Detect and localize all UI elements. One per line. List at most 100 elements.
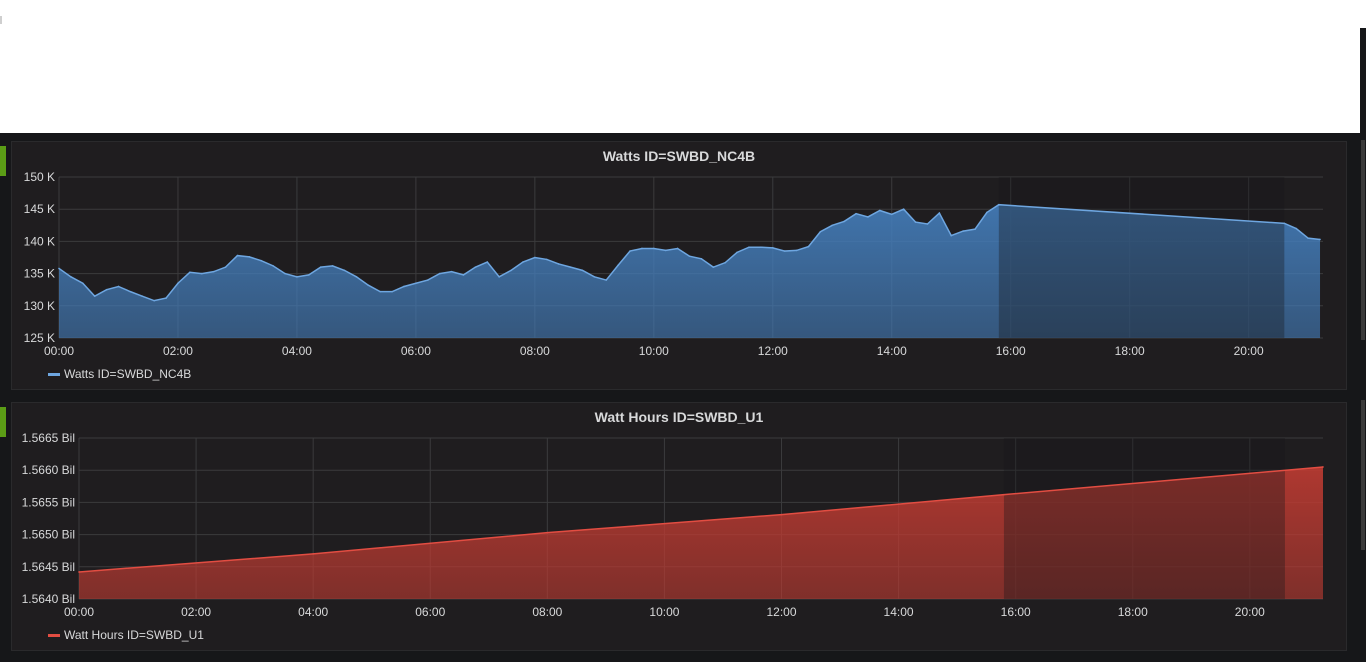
- watts-x-tick-label: 04:00: [282, 344, 312, 358]
- watts-legend[interactable]: Watts ID=SWBD_NC4B: [48, 367, 191, 381]
- watts-gap-shade: [998, 177, 1285, 338]
- watts-data-point: [557, 263, 560, 265]
- watthours-x-tick-label: 08:00: [532, 605, 562, 619]
- watts-data-point: [355, 276, 358, 278]
- watts-x-tick-label: 10:00: [639, 344, 669, 358]
- watts-data-point: [165, 297, 167, 299]
- watthours-y-tick-label: 1.5655 Bil: [22, 495, 75, 509]
- watts-data-point: [736, 251, 738, 254]
- watthours-y-tick-label: 1.5645 Bil: [22, 560, 75, 574]
- watts-data-point: [653, 247, 655, 250]
- watts-data-point: [403, 285, 405, 288]
- watthours-x-tick-label: 20:00: [1235, 605, 1265, 619]
- top-header-edge-white: [1360, 0, 1366, 28]
- watts-x-tick-label: 16:00: [996, 344, 1026, 358]
- row-marker-1[interactable]: [0, 146, 6, 176]
- watthours-data-point: [1322, 466, 1324, 468]
- watts-data-point: [522, 261, 524, 263]
- watthours-legend[interactable]: Watt Hours ID=SWBD_U1: [48, 628, 204, 642]
- watts-data-point: [724, 261, 727, 264]
- row-marker-2[interactable]: [0, 407, 6, 437]
- watts-legend-swatch: [48, 372, 60, 376]
- watts-x-tick-label: 20:00: [1234, 344, 1264, 358]
- watts-data-point: [1295, 227, 1298, 230]
- watts-data-point: [688, 255, 691, 258]
- watts-data-point: [902, 208, 905, 210]
- watts-data-point: [926, 223, 929, 225]
- watts-data-point: [450, 270, 453, 273]
- watts-chart: 125 K 130 K 135 K 140 K 145 K 150 K 00:00 02:00…: [24, 170, 1323, 358]
- watts-data-point: [308, 274, 310, 276]
- watts-data-point: [141, 295, 144, 297]
- watts-x-tick-label: 02:00: [163, 344, 193, 358]
- watts-data-point: [831, 224, 834, 227]
- watts-data-point: [189, 271, 191, 274]
- watts-data-point: [319, 266, 322, 268]
- watts-x-tick-label: 00:00: [44, 344, 74, 358]
- watts-data-point: [938, 212, 941, 214]
- watts-data-point: [771, 247, 774, 249]
- watthours-x-tick-label: 06:00: [415, 605, 445, 619]
- watts-data-point: [855, 212, 857, 215]
- watts-data-point: [212, 270, 215, 273]
- watts-data-point: [379, 290, 382, 293]
- watts-data-point: [367, 284, 370, 286]
- watts-data-point: [819, 230, 822, 233]
- watts-data-point: [200, 272, 203, 275]
- watthours-x-tick-label: 02:00: [181, 605, 211, 619]
- watts-data-point: [93, 295, 96, 297]
- watts-data-point: [343, 269, 346, 272]
- watts-data-point: [224, 266, 227, 268]
- watts-legend-label: Watts ID=SWBD_NC4B: [64, 367, 192, 381]
- watts-data-point: [867, 216, 869, 218]
- watts-data-point: [914, 221, 917, 223]
- watts-data-point: [1283, 222, 1286, 225]
- watthours-x-tick-label: 14:00: [884, 605, 914, 619]
- watts-y-tick-label: 140 K: [24, 234, 55, 248]
- watts-data-point: [1319, 238, 1321, 241]
- watts-data-point: [260, 259, 263, 262]
- watthours-chart: 1.5640 Bil 1.5645 Bil 1.5650 Bil 1.5655 Bil…: [22, 431, 1324, 619]
- scrollbar[interactable]: [1361, 140, 1365, 340]
- watts-data-point: [236, 254, 239, 257]
- watts-data-point: [248, 256, 251, 258]
- watthours-data-point: [78, 571, 80, 573]
- watts-x-tick-label: 14:00: [877, 344, 907, 358]
- watts-data-point: [284, 272, 286, 275]
- watts-y-tick-label: 135 K: [24, 267, 55, 281]
- watts-x-tick-label: 12:00: [758, 344, 788, 358]
- watts-data-point: [272, 265, 274, 267]
- watts-data-point: [498, 276, 500, 278]
- watthours-y-tick-label: 1.5650 Bil: [22, 528, 75, 542]
- top-header-tick: [0, 16, 2, 24]
- watts-data-point: [129, 290, 132, 293]
- watts-data-point: [962, 230, 964, 232]
- watthours-y-tick-label: 1.5640 Bil: [22, 592, 75, 606]
- watts-data-point: [807, 245, 810, 248]
- watts-y-tick-label: 145 K: [24, 202, 55, 216]
- watthours-x-tick-label: 04:00: [298, 605, 328, 619]
- watts-data-point: [486, 261, 489, 263]
- watts-data-point: [843, 220, 845, 223]
- watts-data-point: [81, 282, 84, 285]
- watts-data-point: [545, 258, 548, 261]
- watts-data-point: [153, 299, 155, 302]
- watthours-data-point: [546, 531, 549, 534]
- watts-x-tick-label: 06:00: [401, 344, 431, 358]
- watts-data-point: [783, 250, 786, 252]
- watts-data-point: [641, 247, 643, 250]
- watthours-y-tick-label: 1.5660 Bil: [22, 463, 75, 477]
- watts-data-point: [664, 249, 667, 252]
- watthours-panel: Watt Hours ID=SWBD_U1 1.5640 Bil 1.5645 B…: [11, 402, 1347, 651]
- watts-data-point: [581, 269, 584, 272]
- watts-data-point: [1307, 237, 1309, 239]
- watts-data-point: [415, 282, 417, 285]
- watthours-data-point: [312, 553, 314, 555]
- watthours-y-tick-label: 1.5665 Bil: [22, 431, 75, 445]
- watts-x-tick-label: 18:00: [1115, 344, 1145, 358]
- watts-x-tick-label: 08:00: [520, 344, 550, 358]
- watts-data-point: [391, 290, 393, 293]
- scrollbar-lower[interactable]: [1361, 400, 1365, 550]
- watthours-legend-label: Watt Hours ID=SWBD_U1: [64, 628, 204, 642]
- watthours-x-tick-label: 00:00: [64, 605, 94, 619]
